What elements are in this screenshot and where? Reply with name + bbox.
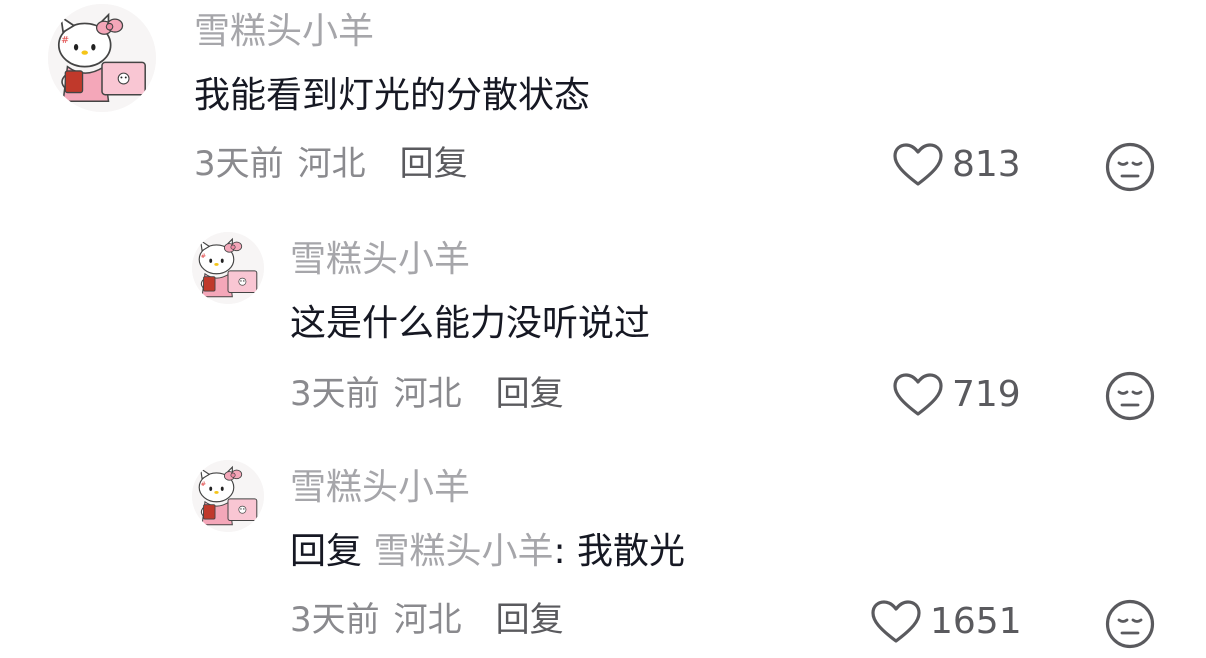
comment-text: 这是什么能力没听说过	[290, 303, 651, 344]
like-button[interactable]: 813	[892, 142, 1021, 188]
like-count: 813	[952, 144, 1021, 185]
comment-username[interactable]: 雪糕头小羊	[290, 468, 470, 508]
svg-text:#: #	[61, 35, 69, 46]
neutral-face-icon	[1105, 599, 1155, 649]
comment-meta: 3天前 河北 回复	[194, 144, 468, 184]
comment-location: 河北	[297, 144, 366, 184]
svg-text:#: #	[201, 252, 206, 260]
like-button[interactable]: 1651	[870, 599, 1022, 645]
mention-link[interactable]: 雪糕头小羊	[373, 531, 553, 572]
reply-button[interactable]: 回复	[496, 374, 564, 414]
reply-body: : 我散光	[553, 531, 686, 572]
comment-time: 3天前	[290, 374, 380, 414]
dislike-button[interactable]	[1104, 141, 1156, 193]
heart-outline-icon	[871, 600, 921, 643]
comment-username[interactable]: 雪糕头小羊	[290, 240, 470, 280]
neutral-face-icon	[1105, 142, 1155, 192]
comment-location: 河北	[393, 600, 462, 640]
comment-meta: 3天前 河北 回复	[290, 600, 564, 640]
comment-location: 河北	[393, 374, 462, 414]
hello-kitty-avatar-icon: #	[192, 460, 264, 532]
reply-button[interactable]: 回复	[496, 600, 564, 640]
comment-meta: 3天前 河北 回复	[290, 374, 564, 414]
comment-time: 3天前	[194, 144, 284, 184]
hello-kitty-avatar-icon: #	[48, 4, 156, 112]
reply-button[interactable]: 回复	[400, 144, 468, 184]
like-count: 719	[952, 374, 1021, 415]
like-count: 1651	[930, 601, 1022, 642]
neutral-face-icon	[1105, 371, 1155, 421]
avatar[interactable]: #	[48, 4, 156, 112]
avatar[interactable]: #	[192, 232, 264, 304]
heart-outline-icon	[893, 143, 943, 186]
comment-time: 3天前	[290, 600, 380, 640]
comment-text: 回复 雪糕头小羊: 我散光	[290, 532, 685, 572]
like-button[interactable]: 719	[892, 372, 1021, 418]
dislike-button[interactable]	[1104, 598, 1156, 650]
comment-username[interactable]: 雪糕头小羊	[194, 12, 374, 52]
comment-text: 我能看到灯光的分散状态	[194, 75, 591, 116]
avatar[interactable]: #	[192, 460, 264, 532]
reply-prefix: 回复	[290, 531, 363, 572]
heart-outline-icon	[893, 373, 943, 416]
hello-kitty-avatar-icon: #	[192, 232, 264, 304]
svg-text:#: #	[201, 480, 206, 488]
dislike-button[interactable]	[1104, 370, 1156, 422]
